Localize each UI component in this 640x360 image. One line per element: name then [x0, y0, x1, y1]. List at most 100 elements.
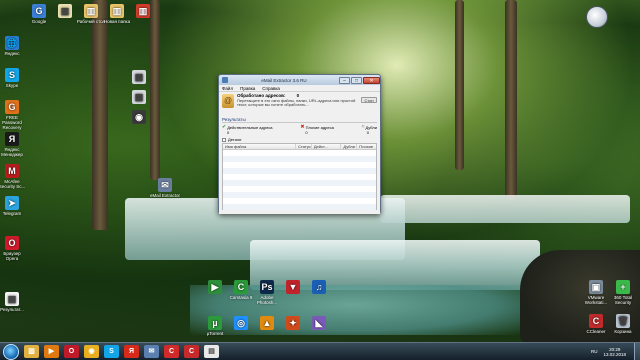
desktop-icon[interactable]: G FREE Password Recovery [0, 100, 27, 130]
clock[interactable]: 20:29 13.02.2018 [603, 347, 626, 357]
bad-cross-icon: ✖ [300, 124, 305, 130]
desktop-icon-glyph-icon: Ps [260, 280, 274, 294]
window-titlebar[interactable]: eMail Extractor 3.6 RU – □ ✕ [219, 75, 380, 85]
desktop-icon-label: Результат... [0, 307, 24, 312]
desktop-icon[interactable]: +360 Total Security [608, 280, 638, 305]
column-header-valid[interactable]: Дейст... [312, 144, 342, 149]
menu-help[interactable]: Справка [262, 86, 280, 91]
desktop-icon[interactable]: ♫ [304, 280, 334, 295]
desktop-icon-label: Adobe Photosh... [256, 295, 278, 305]
desktop-icon-glyph-icon: ◉ [132, 110, 146, 124]
desktop-icon-glyph-icon: S [5, 68, 19, 82]
desktop-icon-glyph-icon: 🗑 [616, 314, 630, 328]
desktop-icon-glyph-icon: ▤ [5, 292, 19, 306]
app-icon [222, 77, 228, 83]
drop-hint: Перетащите в это окно файлы, папки, URL-… [237, 97, 356, 108]
maximize-button[interactable]: □ [351, 76, 362, 84]
stat-label: Действительные адреса [227, 125, 273, 130]
stat-valid: ✔ Действительные адреса 0 [222, 124, 273, 136]
desktop-icon[interactable]: ◣ [304, 316, 334, 331]
desktop-icon[interactable]: ✉ eMail Extractor [150, 178, 180, 198]
language-indicator[interactable]: RU [591, 349, 598, 354]
desktop-icon-glyph-icon: ✦ [286, 316, 300, 330]
desktop-icon-label: Корзина [614, 329, 632, 334]
desktop-icon[interactable]: Я Яндекс Менеджер [0, 132, 27, 157]
desktop-icon-label: VMware Workstati... [584, 295, 608, 305]
taskbar-item-document[interactable]: ▤ [204, 345, 219, 358]
taskbar-item-yandex[interactable]: Я [124, 345, 139, 358]
desktop-icon[interactable]: ▣ VMware Workstati... [581, 280, 611, 305]
desktop-icon-label: Браузер Opera [3, 251, 21, 261]
table-body[interactable] [223, 150, 376, 210]
taskbar-item-skype[interactable]: S [104, 345, 119, 358]
desktop-icon-glyph-icon: ➤ [5, 196, 19, 210]
stat-duplicates: ≈ Дубли 0 [361, 124, 377, 136]
desktop-icon-glyph-icon: ◎ [234, 316, 248, 330]
show-desktop-button[interactable] [634, 342, 640, 360]
taskbar-item-camtasia-2[interactable]: C [184, 345, 199, 358]
duplicates-icon: ≈ [361, 124, 365, 130]
desktop-icon-label: McAfee Security Sc... [0, 179, 26, 189]
taskbar-item-chrome[interactable]: ◉ [84, 345, 99, 358]
taskbar-item-media-player[interactable]: ▶ [44, 345, 59, 358]
taskbar-item-explorer[interactable]: ▥ [24, 345, 39, 358]
desktop-icon[interactable]: ▦ [124, 90, 154, 105]
desktop-icon[interactable]: S Skype [0, 68, 27, 88]
desktop-icon-glyph-icon: ▥ [58, 4, 72, 18]
minimize-button[interactable]: – [339, 76, 350, 84]
close-button[interactable]: ✕ [363, 76, 380, 84]
desktop-icon-label: µTorrent [206, 331, 224, 336]
taskbar-item-emailextractor[interactable]: ✉ [144, 345, 159, 358]
desktop-icon[interactable]: M McAfee Security Sc... [0, 164, 27, 189]
desktop-icon-label: FREE Password Recovery [2, 115, 22, 130]
column-header-bad[interactable]: Плохие [357, 144, 376, 149]
desktop-icon-glyph-icon: O [5, 236, 19, 250]
desktop-icon-label: Google [31, 19, 47, 24]
desktop-icon[interactable]: ▦ [124, 70, 154, 85]
desktop-icon-label: 360 Total Security [613, 295, 633, 305]
desktop-icon[interactable]: ➤ Telegram [0, 196, 27, 216]
desktop-icon[interactable]: ▤ Результат... [0, 292, 27, 312]
window-title: eMail Extractor 3.6 RU [261, 77, 307, 83]
desktop-icon[interactable]: 🗑 Корзина [608, 314, 638, 334]
details-label: Детали [228, 137, 242, 142]
valid-check-icon: ✔ [222, 124, 227, 130]
column-header-status[interactable]: Статус [296, 144, 312, 149]
menu-file[interactable]: Файл [222, 86, 233, 91]
desktop-icon-glyph-icon: C [589, 314, 603, 328]
desktop-icon[interactable]: ◉ [124, 110, 154, 125]
desktop-icon-label: Рабочий стол [76, 19, 106, 24]
email-extractor-window[interactable]: eMail Extractor 3.6 RU – □ ✕ Файл Правка… [218, 74, 381, 214]
stop-button[interactable]: Стоп [361, 97, 377, 103]
desktop-icon-glyph-icon: ▣ [589, 280, 603, 294]
menu-edit[interactable]: Правка [240, 86, 255, 91]
gadget-icon[interactable] [586, 6, 608, 28]
column-header-filename[interactable]: Имя файла [223, 144, 296, 149]
desktop-icon[interactable]: ▥ [128, 4, 158, 19]
desktop-icon-glyph-icon: ▥ [84, 4, 98, 18]
desktop-icon[interactable]: C CCleaner [581, 314, 611, 334]
tree-trunk [92, 0, 108, 230]
tree-trunk [455, 0, 464, 170]
column-header-duplicates[interactable]: Дубли [341, 144, 358, 149]
desktop-icon-glyph-icon: ♫ [312, 280, 326, 294]
desktop-icon-glyph-icon: ◣ [312, 316, 326, 330]
desktop-icon-label: Яндекс [4, 51, 20, 56]
taskbar-item-camtasia[interactable]: C [164, 345, 179, 358]
desktop-icon-label: Skype [5, 83, 19, 88]
window-content: @ Обработано адресов: 0 Перетащите в это… [219, 92, 380, 214]
stat-value: 0 [227, 130, 230, 135]
drop-zone[interactable]: @ Обработано адресов: 0 Перетащите в это… [222, 93, 377, 116]
desktop-icon[interactable]: 🌐 Яндекс [0, 36, 27, 56]
stat-value: 0 [305, 130, 308, 135]
desktop-icon-label: Camtasia 9 [229, 295, 253, 300]
details-checkbox[interactable] [222, 137, 226, 142]
desktop-icon-label: Telegram [2, 211, 22, 216]
details-toggle[interactable]: Детали [222, 137, 377, 142]
desktop-icon-glyph-icon: M [5, 164, 19, 178]
start-button[interactable] [3, 343, 19, 360]
files-table[interactable]: Имя файла Статус Дейст... Дубли Плохие [222, 143, 377, 210]
clock-date: 13.02.2018 [603, 351, 626, 357]
taskbar-item-opera[interactable]: O [64, 345, 79, 358]
desktop-icon[interactable]: O Браузер Opera [0, 236, 27, 261]
